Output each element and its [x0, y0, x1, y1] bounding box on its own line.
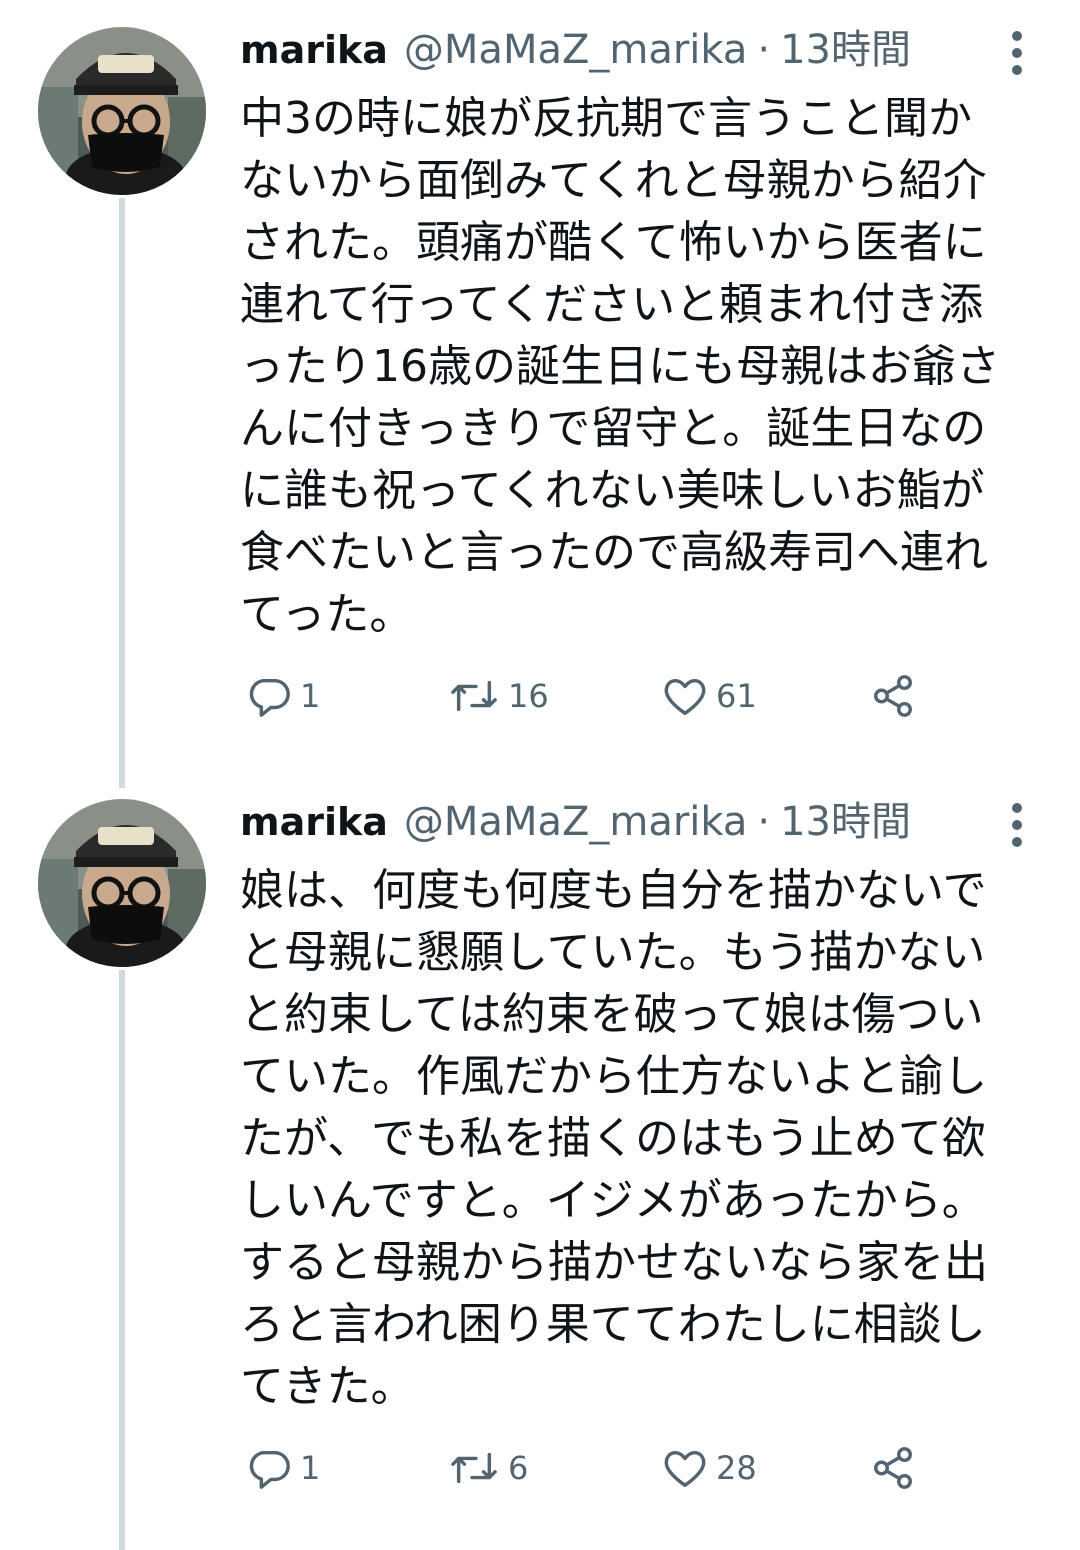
tweet-header: marika @MaMaZ_marika · 13時間 [240, 20, 911, 80]
tweet-text-line: 連れて行ってくださいと頼まれ付き添 [240, 279, 984, 330]
author-handle[interactable]: @MaMaZ_marika [404, 20, 747, 80]
more-vertical-icon[interactable] [1008, 28, 1026, 78]
avatar[interactable] [38, 799, 206, 967]
timestamp[interactable]: 13時間 [780, 792, 911, 852]
reply-icon [249, 1450, 290, 1489]
thread-connector-line [119, 970, 125, 1550]
avatar[interactable] [38, 27, 206, 195]
tweet-text-line: すると母親から描かせないなら家を出 [240, 1237, 988, 1288]
retweet-button[interactable]: 6 [448, 1438, 528, 1498]
tweet[interactable]: marika @MaMaZ_marika · 13時間 中3の時に娘が反抗期で言… [0, 0, 1080, 788]
reply-button[interactable]: 1 [246, 666, 320, 726]
share-button[interactable] [870, 666, 916, 726]
retweet-count: 16 [508, 677, 549, 715]
tweet-actions: 1 6 28 [240, 1438, 940, 1498]
share-button[interactable] [870, 1438, 916, 1498]
tweet-text-line: ないから面倒みてくれと母親から紹介 [240, 155, 987, 206]
tweet-text-line: 娘は、何度も何度も自分を描かないで [240, 865, 987, 916]
retweet-count: 6 [508, 1449, 529, 1487]
like-button[interactable]: 61 [662, 666, 757, 726]
share-icon [874, 1447, 912, 1489]
tweet-text-line: ていた。作風だから仕方ないよと諭し [240, 1051, 988, 1102]
tweet-text-line: んに付きっきりで留守と。誕生日なの [240, 403, 987, 454]
separator-dot: · [757, 799, 771, 845]
tweet-text-line: に誰も祝ってくれない美味しいお鮨が [240, 465, 985, 516]
retweet-button[interactable]: 16 [448, 666, 549, 726]
like-count: 61 [716, 677, 757, 715]
reply-count: 1 [300, 1449, 321, 1487]
reply-icon [249, 678, 290, 717]
tweet-text: 中3の時に娘が反抗期で言うこと聞か ないから面倒みてくれと母親から紹介 された。… [240, 88, 1040, 646]
tweet-header: marika @MaMaZ_marika · 13時間 [240, 792, 911, 852]
tweet-text-line: と母親に懇願していた。もう描かない [240, 927, 986, 978]
tweet[interactable]: marika @MaMaZ_marika · 13時間 娘は、何度も何度も自分を… [0, 772, 1080, 1550]
retweet-icon [451, 680, 497, 712]
author-handle[interactable]: @MaMaZ_marika [404, 792, 747, 852]
tweet-text-line: と約束しては約束を破って娘は傷つい [240, 989, 984, 1040]
author-name[interactable]: marika [240, 792, 388, 852]
heart-icon [664, 1450, 706, 1487]
tweet-text-line: ろと言われ困り果ててわたしに相談し [240, 1299, 986, 1350]
user-avatar-image [38, 799, 206, 967]
like-count: 28 [716, 1449, 757, 1487]
heart-icon [664, 678, 706, 715]
thread-connector-line [119, 198, 125, 788]
retweet-icon [451, 1452, 497, 1484]
like-button[interactable]: 28 [662, 1438, 757, 1498]
more-vertical-icon[interactable] [1008, 800, 1026, 850]
author-name[interactable]: marika [240, 20, 388, 80]
tweet-text-line: たが、でも私を描くのはもう止めて欲 [240, 1113, 986, 1164]
reply-button[interactable]: 1 [246, 1438, 320, 1498]
reply-count: 1 [300, 677, 321, 715]
separator-dot: · [757, 27, 771, 73]
share-icon [874, 675, 912, 717]
tweet-text-line: された。頭痛が酷くて怖いから医者に [240, 217, 987, 268]
tweet-text-line: てった。 [240, 589, 414, 640]
tweet-text-line: 食べたいと言ったので高級寿司へ連れ [240, 527, 988, 578]
tweet-actions: 1 16 61 [240, 666, 940, 726]
tweet-text-line: 中3の時に娘が反抗期で言うこと聞か [240, 93, 972, 144]
user-avatar-image [38, 27, 206, 195]
timestamp[interactable]: 13時間 [780, 20, 911, 80]
tweet-text: 娘は、何度も何度も自分を描かないで と母親に懇願していた。もう描かない と約束し… [240, 860, 1040, 1418]
tweet-text-line: てきた。 [240, 1361, 415, 1412]
tweet-text-line: ったり16歳の誕生日にも母親はお爺さ [240, 341, 1000, 392]
tweet-text-line: しいんですと。イジメがあったから。 [240, 1175, 986, 1226]
